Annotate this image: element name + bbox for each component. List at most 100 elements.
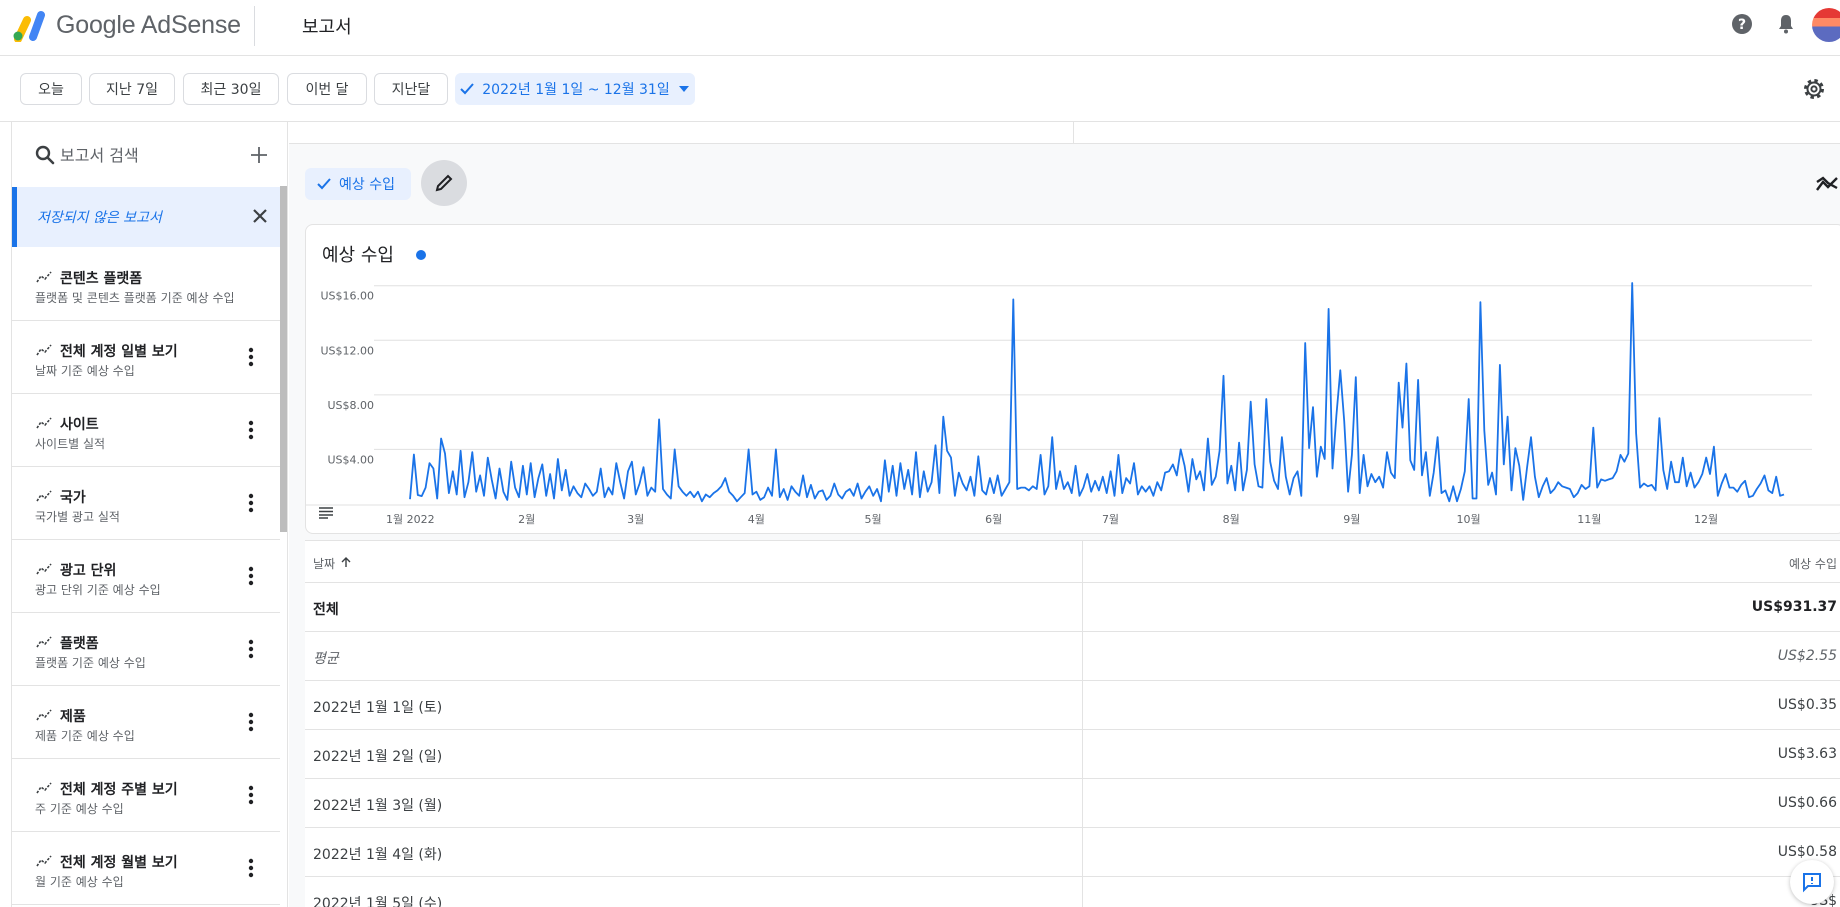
nav-rail-edge bbox=[0, 122, 12, 907]
app-brand: Google AdSense bbox=[56, 11, 241, 39]
close-icon[interactable] bbox=[249, 205, 271, 227]
edit-metrics-button[interactable] bbox=[421, 160, 467, 206]
chip-today[interactable]: 오늘 bbox=[20, 73, 82, 105]
account-avatar[interactable] bbox=[1812, 8, 1840, 42]
x-tick-label: 8월 bbox=[1223, 513, 1240, 526]
table-row: 전체 US$931.37 bbox=[305, 583, 1840, 632]
report-chart-icon bbox=[36, 855, 52, 867]
more-vert-icon[interactable] bbox=[248, 858, 254, 878]
report-list-item[interactable]: 플랫폼 플랫폼 기준 예상 수입 bbox=[12, 613, 280, 686]
y-tick-label: US$8.00 bbox=[327, 399, 374, 412]
report-item-subtitle: 날짜 기준 예상 수입 bbox=[35, 364, 135, 378]
metric-chip-estimated-earnings[interactable]: 예상 수입 bbox=[305, 168, 411, 200]
report-chart-icon bbox=[36, 417, 52, 429]
x-tick-label: 2월 bbox=[518, 513, 535, 526]
report-item-subtitle: 광고 단위 기준 예상 수입 bbox=[35, 583, 161, 597]
report-list-item[interactable]: 사이트 사이트별 실적 bbox=[12, 394, 280, 467]
report-list-item[interactable]: 전체 계정 월별 보기월 기준 예상 수입 bbox=[12, 832, 280, 905]
page-title: 보고서 bbox=[302, 17, 352, 38]
table-row: 평균 US$2.55 bbox=[305, 632, 1840, 681]
more-vert-icon[interactable] bbox=[248, 785, 254, 805]
x-tick-label: 6월 bbox=[985, 513, 1002, 526]
help-icon[interactable]: ? bbox=[1730, 12, 1754, 36]
unsaved-report-label: 저장되지 않은 보고서 bbox=[37, 210, 162, 226]
report-list-item[interactable]: 제품 제품 기준 예상 수입 bbox=[12, 686, 280, 759]
report-search-input[interactable] bbox=[60, 142, 240, 168]
table-row: 2022년 1월 2일 (일) US$3.63 bbox=[305, 730, 1840, 779]
more-vert-icon[interactable] bbox=[248, 712, 254, 732]
svg-text:?: ? bbox=[1738, 17, 1746, 33]
table-cell-date: 2022년 1월 4일 (화) bbox=[313, 847, 443, 863]
feedback-button[interactable] bbox=[1790, 860, 1834, 904]
report-list-item[interactable]: 콘텐츠 플랫폼플랫폼 및 콘텐츠 플랫폼 기준 예상 수입 bbox=[12, 248, 280, 321]
compare-trend-icon[interactable] bbox=[1815, 172, 1839, 196]
table-cell-earnings: US$3.63 bbox=[1777, 746, 1837, 762]
column-divider bbox=[1082, 583, 1083, 631]
check-icon bbox=[460, 83, 475, 95]
report-item-subtitle: 월 기준 예상 수입 bbox=[35, 875, 124, 889]
x-tick-label: 3월 bbox=[627, 513, 644, 526]
more-vert-icon[interactable] bbox=[248, 420, 254, 440]
saved-reports-list: 콘텐츠 플랫폼플랫폼 및 콘텐츠 플랫폼 기준 예상 수입전체 계정 일별 보기… bbox=[12, 248, 280, 905]
more-vert-icon[interactable] bbox=[248, 493, 254, 513]
table-row: 2022년 1월 1일 (토) US$0.35 bbox=[305, 681, 1840, 730]
metric-chip-label: 예상 수입 bbox=[339, 177, 395, 193]
table-cell-date: 2022년 1월 2일 (일) bbox=[313, 749, 443, 765]
earnings-column-header[interactable]: 예상 수입 bbox=[1789, 555, 1837, 572]
column-divider bbox=[1082, 779, 1083, 827]
top-app-bar: Google AdSense 보고서 ? bbox=[0, 0, 1840, 56]
table-cell-earnings: US$0.66 bbox=[1777, 795, 1837, 811]
feedback-icon bbox=[1803, 873, 1821, 893]
notifications-bell-icon[interactable] bbox=[1774, 12, 1798, 36]
report-list-item[interactable]: 국가 국가별 광고 실적 bbox=[12, 467, 280, 540]
unsaved-report-item[interactable]: 저장되지 않은 보고서 bbox=[12, 187, 280, 247]
summary-divider bbox=[1073, 122, 1074, 144]
table-cell-date: 평균 bbox=[313, 651, 339, 667]
report-item-title: 콘텐츠 플랫폼 bbox=[60, 271, 143, 287]
chip-last-30-days[interactable]: 최근 30일 bbox=[183, 73, 279, 105]
date-filter-bar: 오늘 지난 7일 최근 30일 이번 달 지난달 2022년 1월 1일 ~ 1… bbox=[0, 57, 1840, 122]
report-item-subtitle: 플랫폼 기준 예상 수입 bbox=[35, 656, 146, 670]
sidebar-scrollbar[interactable] bbox=[280, 186, 287, 532]
report-item-title: 전체 계정 주별 보기 bbox=[60, 782, 178, 798]
date-header-label: 날짜 bbox=[313, 557, 336, 571]
report-list-item[interactable]: 광고 단위광고 단위 기준 예상 수입 bbox=[12, 540, 280, 613]
series-line-estimated-earnings[interactable] bbox=[409, 282, 1785, 503]
chip-this-month[interactable]: 이번 달 bbox=[287, 73, 367, 105]
report-list-item[interactable]: 전체 계정 일별 보기 날짜 기준 예상 수입 bbox=[12, 321, 280, 394]
x-tick-label: 5월 bbox=[865, 513, 882, 526]
report-list-item[interactable]: 전체 계정 주별 보기주 기준 예상 수입 bbox=[12, 759, 280, 832]
add-report-icon[interactable] bbox=[248, 144, 270, 166]
earnings-chart-card: 예상 수입 US$4.00 US$8.00 US$12.00 US$16.00 1월 2… bbox=[305, 224, 1840, 534]
toggle-table-icon[interactable] bbox=[318, 507, 334, 519]
date-range-dropdown[interactable]: 2022년 1월 1일 ~ 12월 31일 bbox=[455, 73, 695, 105]
chip-last-7-days[interactable]: 지난 7일 bbox=[89, 73, 175, 105]
more-vert-icon[interactable] bbox=[248, 347, 254, 367]
y-tick-label: US$4.00 bbox=[327, 453, 374, 466]
chip-last-month[interactable]: 지난달 bbox=[374, 73, 448, 105]
table-cell-date: 2022년 1월 1일 (토) bbox=[313, 700, 443, 716]
header-divider bbox=[254, 6, 255, 46]
table-row: 2022년 1월 4일 (화) US$0.58 bbox=[305, 828, 1840, 877]
report-chart-icon bbox=[36, 490, 52, 502]
table-cell-earnings: US$0.35 bbox=[1777, 697, 1837, 713]
report-item-title: 광고 단위 bbox=[60, 563, 117, 579]
report-item-title: 국가 bbox=[60, 490, 86, 506]
date-column-header[interactable]: 날짜 bbox=[313, 555, 351, 572]
table-cell-earnings: US$0.58 bbox=[1777, 844, 1837, 860]
more-vert-icon[interactable] bbox=[248, 566, 254, 586]
table-row: 2022년 1월 3일 (월) US$0.66 bbox=[305, 779, 1840, 828]
adsense-logo[interactable] bbox=[12, 8, 48, 42]
report-item-title: 전체 계정 월별 보기 bbox=[60, 855, 178, 871]
report-item-subtitle: 주 기준 예상 수입 bbox=[35, 802, 124, 816]
settings-gear-icon[interactable] bbox=[1802, 77, 1826, 101]
report-chart-icon bbox=[36, 709, 52, 721]
earnings-line-chart[interactable]: US$4.00 US$8.00 US$12.00 US$16.00 1월 2022 2월 3… bbox=[306, 225, 1840, 535]
report-item-subtitle: 플랫폼 및 콘텐츠 플랫폼 기준 예상 수입 bbox=[35, 291, 235, 305]
column-divider bbox=[1082, 828, 1083, 876]
more-vert-icon[interactable] bbox=[248, 639, 254, 659]
date-range-label: 2022년 1월 1일 ~ 12월 31일 bbox=[482, 82, 670, 98]
search-icon bbox=[35, 145, 55, 165]
table-cell-date: 전체 bbox=[313, 602, 339, 618]
report-chart-icon bbox=[36, 344, 52, 356]
